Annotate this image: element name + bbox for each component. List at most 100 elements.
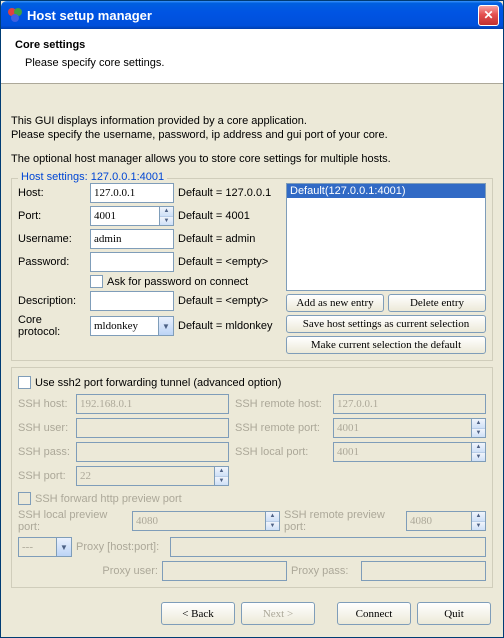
window-title: Host setup manager: [27, 8, 478, 23]
ask-password-checkbox[interactable]: [90, 275, 103, 288]
connect-button[interactable]: Connect: [337, 602, 411, 625]
desc-default: Default = <empty>: [178, 295, 280, 307]
titlebar: Host setup manager ✕: [1, 1, 503, 29]
proxy-pass-label: Proxy pass:: [291, 565, 357, 577]
ssh-rhost-label: SSH remote host:: [235, 398, 327, 410]
footer: < Back Next > Connect Quit: [1, 594, 503, 637]
ssh-host-label: SSH host:: [18, 398, 70, 410]
port-spinner[interactable]: ▲▼: [90, 206, 174, 226]
ssh-user-input: [76, 418, 229, 438]
chevron-down-icon[interactable]: ▼: [158, 316, 174, 336]
spin-down-icon[interactable]: ▼: [160, 217, 173, 226]
ssh-rport-label: SSH remote port:: [235, 422, 327, 434]
user-label: Username:: [18, 233, 86, 245]
ssh-fwd-checkbox: [18, 492, 31, 505]
spin-up-icon: ▲: [472, 512, 485, 522]
ssh-rpreview-spinner: ▲▼: [406, 511, 486, 531]
host-input[interactable]: [90, 183, 174, 203]
ssh-port-input: [76, 466, 214, 486]
content: Core settings Please specify core settin…: [1, 29, 503, 637]
app-icon: [7, 7, 23, 23]
spin-down-icon: ▼: [472, 429, 485, 438]
ssh-rpreview-label: SSH remote preview port:: [284, 509, 402, 533]
spin-down-icon: ▼: [472, 522, 485, 531]
proto-combo[interactable]: ▼: [90, 316, 174, 336]
spin-up-icon: ▲: [472, 419, 485, 429]
host-default: Default = 127.0.0.1: [178, 187, 280, 199]
desc-input[interactable]: [90, 291, 174, 311]
proxy-user-input: [162, 561, 287, 581]
user-input[interactable]: [90, 229, 174, 249]
spin-down-icon: ▼: [215, 477, 228, 486]
host-list-panel: Default(127.0.0.1:4001) Add as new entry…: [286, 183, 486, 354]
add-entry-button[interactable]: Add as new entry: [286, 294, 384, 312]
proxy-user-label: Proxy user:: [18, 565, 158, 577]
proto-input[interactable]: [90, 316, 158, 336]
ssh-pass-label: SSH pass:: [18, 446, 70, 458]
ssh-group: Use ssh2 port forwarding tunnel (advance…: [11, 367, 493, 588]
ssh-user-label: SSH user:: [18, 422, 70, 434]
proxy-hostport-input: [170, 537, 486, 557]
pass-input[interactable]: [90, 252, 174, 272]
host-listbox[interactable]: Default(127.0.0.1:4001): [286, 183, 486, 291]
ssh-lpreview-spinner: ▲▼: [132, 511, 280, 531]
proxy-type-input: [18, 537, 56, 557]
ssh-pass-input: [76, 442, 229, 462]
host-settings-legend: Host settings: 127.0.0.1:4001: [18, 171, 167, 183]
make-default-button[interactable]: Make current selection the default: [286, 336, 486, 354]
host-form: Host: Default = 127.0.0.1 Port: ▲▼ Defau…: [18, 183, 280, 354]
pass-default: Default = <empty>: [178, 256, 280, 268]
port-input[interactable]: [90, 206, 159, 226]
ssh-lport-input: [333, 442, 471, 462]
proxy-type-combo: ▼: [18, 537, 72, 557]
ssh-rport-spinner: ▲▼: [333, 418, 486, 438]
ssh-rpreview-input: [406, 511, 471, 531]
ssh-lport-spinner: ▲▼: [333, 442, 486, 462]
chevron-down-icon: ▼: [56, 537, 72, 557]
header-box: Core settings Please specify core settin…: [1, 29, 503, 84]
desc-label: Description:: [18, 295, 86, 307]
proxy-pass-input: [361, 561, 486, 581]
spin-up-icon: ▲: [266, 512, 279, 522]
save-selection-button[interactable]: Save host settings as current selection: [286, 315, 486, 333]
window: Host setup manager ✕ Core settings Pleas…: [0, 0, 504, 638]
host-label: Host:: [18, 187, 86, 199]
close-button[interactable]: ✕: [478, 5, 499, 26]
quit-button[interactable]: Quit: [417, 602, 491, 625]
spin-up-icon: ▲: [215, 467, 228, 477]
ssh-lpreview-input: [132, 511, 265, 531]
port-default: Default = 4001: [178, 210, 280, 222]
next-button: Next >: [241, 602, 315, 625]
info-text: This GUI displays information provided b…: [11, 114, 493, 166]
ask-password-label: Ask for password on connect: [107, 276, 248, 288]
ssh-port-label: SSH port:: [18, 470, 70, 482]
ssh-lport-label: SSH local port:: [235, 446, 327, 458]
pass-label: Password:: [18, 256, 86, 268]
spin-down-icon: ▼: [266, 522, 279, 531]
back-button[interactable]: < Back: [161, 602, 235, 625]
ssh-fwd-label: SSH forward http preview port: [35, 493, 182, 505]
port-label: Port:: [18, 210, 86, 222]
use-ssh-checkbox[interactable]: [18, 376, 31, 389]
proto-label: Core protocol:: [18, 314, 86, 338]
proto-default: Default = mldonkey: [178, 320, 280, 332]
spin-up-icon: ▲: [472, 443, 485, 453]
use-ssh-label: Use ssh2 port forwarding tunnel (advance…: [35, 377, 281, 389]
host-settings-group: Host settings: 127.0.0.1:4001 Host: Defa…: [11, 178, 493, 361]
ssh-host-input: [76, 394, 229, 414]
list-item[interactable]: Default(127.0.0.1:4001): [287, 184, 485, 198]
delete-entry-button[interactable]: Delete entry: [388, 294, 486, 312]
header-title: Core settings: [15, 39, 489, 51]
ssh-rhost-input: [333, 394, 486, 414]
user-default: Default = admin: [178, 233, 280, 245]
ssh-port-spinner: ▲▼: [76, 466, 229, 486]
spin-up-icon[interactable]: ▲: [160, 207, 173, 217]
info-line: This GUI displays information provided b…: [11, 114, 493, 128]
info-line: Please specify the username, password, i…: [11, 128, 493, 142]
header-subtitle: Please specify core settings.: [25, 57, 489, 69]
proxy-hostport-label: Proxy [host:port]:: [76, 541, 166, 553]
main-panel: This GUI displays information provided b…: [1, 84, 503, 594]
info-line: The optional host manager allows you to …: [11, 152, 493, 166]
ssh-lpreview-label: SSH local preview port:: [18, 509, 128, 533]
spin-down-icon: ▼: [472, 453, 485, 462]
